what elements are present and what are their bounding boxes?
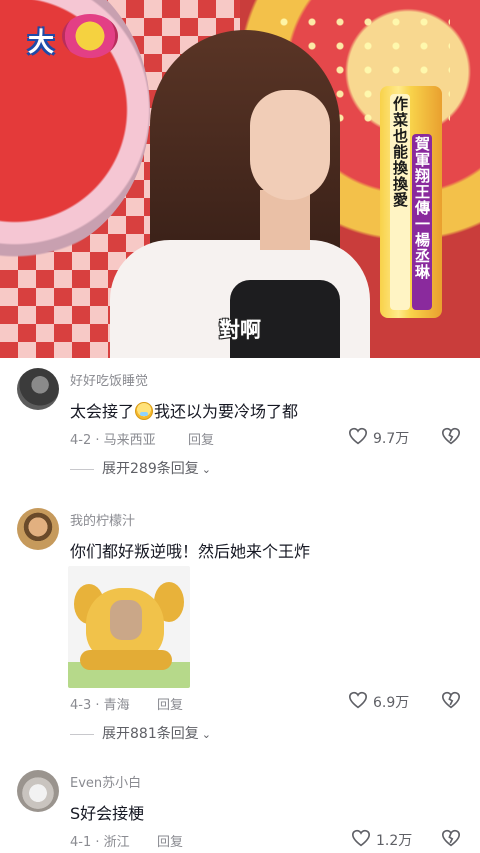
reply-button[interactable]: 回复 xyxy=(157,831,183,850)
sign-names: 賀軍翔王傳一楊丞琳 xyxy=(412,134,432,310)
show-logo: 大 xyxy=(24,14,124,64)
video-player[interactable]: 大 作菜也能換換愛 賀軍翔王傳一楊丞琳 對啊 xyxy=(0,0,480,358)
like-count: 1.2万 xyxy=(376,833,413,849)
avatar[interactable] xyxy=(17,368,59,410)
heart-icon[interactable] xyxy=(348,691,368,709)
video-person xyxy=(110,30,380,358)
comment-meta: 4-1 · 浙江 xyxy=(70,835,130,850)
chevron-down-icon: ⌄ xyxy=(201,728,211,741)
reply-button[interactable]: 回复 xyxy=(188,429,214,448)
yellow-dog-meme-sticker[interactable] xyxy=(68,566,190,688)
broken-heart-icon[interactable] xyxy=(441,427,461,445)
expand-replies-button[interactable]: 展开289条回复 ⌄ xyxy=(70,458,211,478)
comment-text: 你们都好叛逆哦！然后她来个王炸 xyxy=(70,542,311,561)
comment-username[interactable]: 好好吃饭睡觉 xyxy=(70,370,148,389)
reply-button[interactable]: 回复 xyxy=(157,694,183,713)
sign-title: 作菜也能換換愛 xyxy=(390,94,410,310)
comment-username[interactable]: 我的柠檬汁 xyxy=(70,510,135,529)
comment-text-part: 我还以为要冷场了都 xyxy=(154,402,299,421)
broken-heart-icon[interactable] xyxy=(441,691,461,709)
expand-replies-button[interactable]: 展开881条回复 ⌄ xyxy=(70,723,211,743)
heart-icon[interactable] xyxy=(348,427,368,445)
broken-heart-icon[interactable] xyxy=(441,829,461,847)
comment-text: 太会接了 我还以为要冷场了都 xyxy=(70,398,298,422)
avatar[interactable] xyxy=(17,508,59,550)
show-sign: 作菜也能換換愛 賀軍翔王傳一楊丞琳 xyxy=(380,86,442,318)
comment-text: S好会接梗 xyxy=(70,804,145,823)
expand-divider xyxy=(70,733,94,735)
comment-meta: 4-3 · 青海 xyxy=(70,698,130,713)
video-subtitle: 對啊 xyxy=(219,318,261,342)
expand-divider xyxy=(70,468,94,470)
expand-label: 展开289条回复 xyxy=(102,461,199,477)
chevron-down-icon: ⌄ xyxy=(201,463,211,476)
comment-meta: 4-2 · 马来西亚 xyxy=(70,433,156,448)
heart-icon[interactable] xyxy=(351,829,371,847)
like-count: 6.9万 xyxy=(373,695,410,711)
avatar[interactable] xyxy=(17,770,59,812)
comment-username[interactable]: Even苏小白 xyxy=(70,772,141,791)
expand-label: 展开881条回复 xyxy=(102,726,199,742)
comment-text-part: 太会接了 xyxy=(70,402,135,421)
like-count: 9.7万 xyxy=(373,431,410,447)
crying-laughing-emoji-icon xyxy=(135,402,154,420)
